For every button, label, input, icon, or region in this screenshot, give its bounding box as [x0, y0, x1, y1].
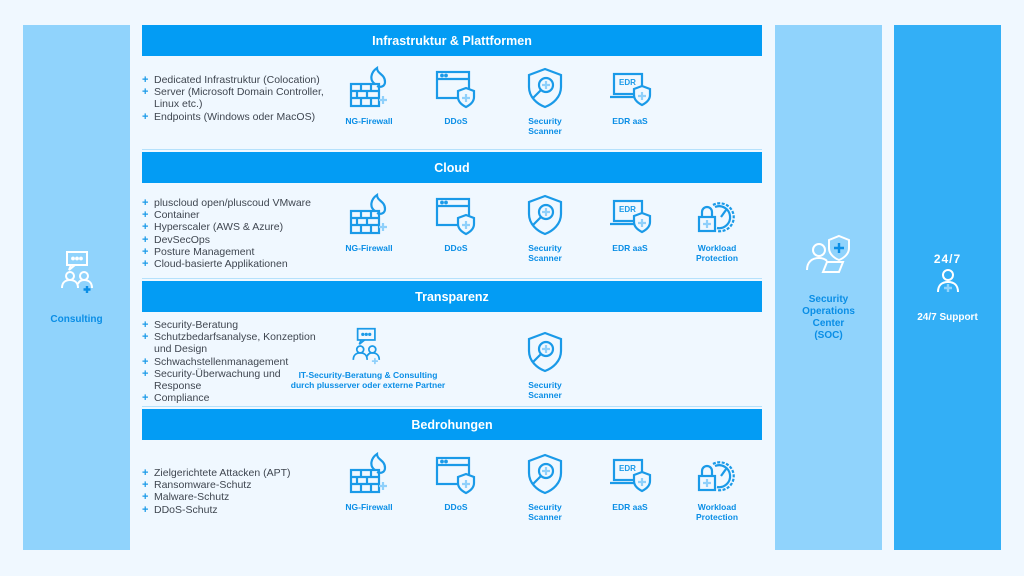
firewall-icon — [349, 193, 389, 235]
plus-icon: + — [142, 221, 149, 234]
workload-protection-icon — [697, 461, 735, 492]
plus-icon: + — [142, 86, 149, 99]
bullet-item: + Zielgerichtete Attacken (APT) — [142, 467, 291, 479]
bullet-item: + Malware-Schutz — [142, 491, 230, 504]
soc-label: Security Operations Center (SOC) — [802, 293, 855, 341]
edr-laptop-icon — [608, 199, 652, 234]
consulting-label: Consulting — [50, 313, 103, 325]
plus-icon: + — [142, 197, 149, 209]
bullet-item: + Ransomware-Schutz — [142, 479, 252, 492]
workload-protection-icon — [697, 202, 735, 233]
plus-icon: + — [142, 245, 149, 258]
edr-laptop-icon — [608, 72, 652, 107]
section-header-bedrohungen: Bedrohungen — [142, 409, 762, 440]
bullet-item: + pluscloud open/pluscoud VMware — [142, 197, 312, 209]
section-header-infrastruktur: Infrastruktur & Plattformen — [142, 25, 762, 56]
section-header-cloud: Cloud — [142, 152, 762, 183]
plus-icon: + — [142, 258, 149, 271]
plus-icon: + — [142, 355, 149, 368]
plus-icon: + — [142, 491, 149, 504]
tool-security-scanner: Security Scanner — [505, 452, 585, 522]
bullet-item: + Container — [142, 209, 200, 222]
security-scanner-icon — [527, 67, 563, 109]
support-label: 24/7 Support — [917, 311, 978, 323]
bullet-item: + Compliance — [142, 392, 210, 405]
tool-ddos: DDoS — [416, 66, 496, 126]
bullet-item: + DDoS-Schutz — [142, 503, 218, 516]
plus-icon: + — [142, 392, 149, 405]
tool-ng-firewall: NG-Firewall — [329, 452, 409, 512]
bullet-item: + Hyperscaler (AWS & Azure) — [142, 221, 284, 234]
tool-security-scanner: Security Scanner — [505, 193, 585, 263]
tool-edr-aas: EDR aaS — [590, 193, 670, 253]
support-person-plus-icon — [936, 268, 959, 292]
section-divider — [142, 406, 762, 407]
plus-icon: + — [142, 367, 149, 380]
plus-icon: + — [142, 503, 149, 516]
infrastruktur-bullets: + Dedicated Infrastruktur (Colocation) + S… — [142, 74, 342, 123]
tool-it-security-consulting: IT-Security-Beratung & Consulting durch … — [268, 326, 468, 390]
ddos-window-shield-icon — [435, 70, 476, 109]
security-scanner-icon — [527, 194, 563, 236]
tool-edr-aas: EDR aaS — [590, 66, 670, 126]
tool-ng-firewall: NG-Firewall — [329, 66, 409, 126]
bullet-item: + Posture Management — [142, 245, 255, 258]
tool-workload-protection: Workload Protection — [677, 193, 757, 263]
tool-edr-aas: EDR aaS — [590, 452, 670, 512]
tool-security-scanner: Security Scanner — [505, 66, 585, 136]
firewall-icon — [349, 66, 389, 108]
ddos-window-shield-icon — [435, 197, 476, 236]
tool-security-scanner: Security Scanner — [505, 330, 585, 400]
bullet-item: + Dedicated Infrastruktur (Colocation) — [142, 74, 320, 86]
firewall-icon — [349, 452, 389, 494]
tool-ng-firewall: NG-Firewall — [329, 193, 409, 253]
security-scanner-icon — [527, 331, 563, 373]
bullet-item: + Endpoints (Windows oder MacOS) — [142, 110, 316, 123]
cloud-bullets: + pluscloud open/pluscoud VMware + Contain… — [142, 197, 352, 270]
plus-icon: + — [142, 331, 149, 344]
plus-icon: + — [142, 110, 149, 123]
plus-icon: + — [142, 467, 149, 479]
edr-laptop-icon — [608, 458, 652, 493]
support-24-7-label: 24/7 — [933, 251, 962, 266]
section-divider — [142, 149, 762, 150]
plus-icon: + — [142, 233, 149, 246]
plus-icon: + — [142, 479, 149, 492]
bullet-item: + Server (Microsoft Domain Controller, Li… — [142, 86, 324, 111]
ddos-window-shield-icon — [435, 456, 476, 495]
soc-column: Security Operations Center (SOC) — [775, 25, 882, 550]
consulting-icon — [352, 327, 381, 365]
bullet-item: + DevSecOps — [142, 233, 211, 246]
section-divider — [142, 278, 762, 279]
plus-icon: + — [142, 74, 149, 86]
plus-icon: + — [142, 319, 149, 331]
bedrohungen-bullets: + Zielgerichtete Attacken (APT) + Ransomwa… — [142, 467, 342, 516]
tool-ddos: DDoS — [416, 193, 496, 253]
consulting-column: Consulting — [23, 25, 130, 550]
support-column: 24/7 24/7 Support — [894, 25, 1001, 550]
plus-icon: + — [142, 209, 149, 222]
tool-ddos: DDoS — [416, 452, 496, 512]
consulting-icon — [60, 250, 93, 293]
section-header-transparenz: Transparenz — [142, 281, 762, 312]
bullet-item: + Cloud-basierte Applikationen — [142, 258, 288, 271]
tool-workload-protection: Workload Protection — [677, 452, 757, 522]
soc-analyst-shield-icon — [805, 234, 850, 273]
security-scanner-icon — [527, 453, 563, 495]
